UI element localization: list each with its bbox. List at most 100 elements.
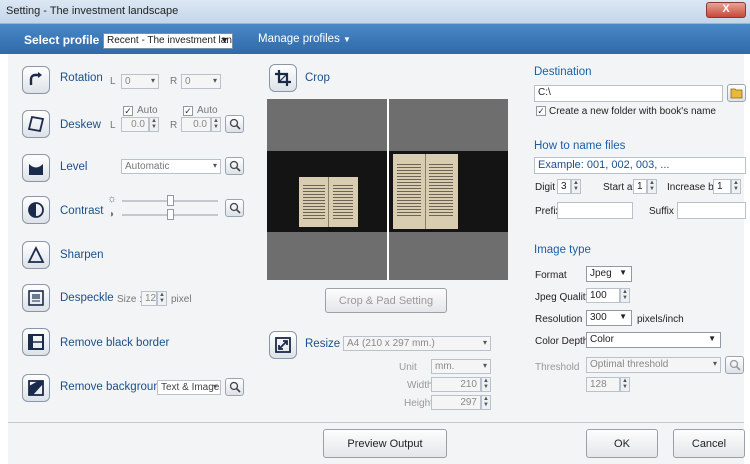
browse-folder-button[interactable]: [727, 84, 746, 102]
crop-preview-area[interactable]: [267, 99, 508, 280]
height-spinner[interactable]: ▲ ▼: [481, 395, 491, 410]
level-select[interactable]: Automatic ▾: [121, 159, 221, 174]
resize-label: Resize: [305, 338, 341, 350]
chevron-down-icon: ▼: [220, 35, 229, 45]
sharpen-button[interactable]: [22, 241, 50, 269]
increase-by-input[interactable]: 1: [713, 179, 731, 194]
border-icon: [28, 334, 44, 350]
despeckle-button[interactable]: [22, 284, 50, 312]
threshold-preview-button[interactable]: [725, 356, 744, 374]
background-preview-button[interactable]: [225, 378, 244, 396]
chevron-down-icon: ▾: [212, 76, 217, 85]
start-at-input[interactable]: 1: [633, 179, 647, 194]
chevron-down-icon: ▾: [482, 338, 487, 347]
threshold-spinner[interactable]: ▲ ▼: [620, 377, 630, 392]
suffix-input[interactable]: [677, 202, 746, 219]
color-depth-select[interactable]: Color ▼: [586, 332, 721, 348]
rotate-icon: [29, 72, 42, 85]
magnifier-icon: [229, 202, 241, 214]
background-icon: [28, 380, 44, 396]
destination-path-input[interactable]: C:\: [534, 85, 723, 102]
preview-page-left: [299, 177, 358, 227]
preview-output-button[interactable]: Preview Output: [323, 429, 447, 458]
increase-by-spinner[interactable]: ▲ ▼: [731, 179, 741, 194]
cancel-button[interactable]: Cancel: [673, 429, 745, 458]
create-folder-label: Create a new folder with book's name: [549, 106, 716, 117]
resize-paper-select[interactable]: A4 (210 x 297 mm.) ▾: [343, 336, 491, 351]
prefix-input[interactable]: [557, 202, 633, 219]
rotation-right-value: 0: [185, 76, 191, 87]
crop-label: Crop: [305, 72, 330, 84]
jpeg-quality-input[interactable]: 100: [586, 288, 620, 303]
contrast-preview-button[interactable]: [225, 199, 244, 217]
ok-button[interactable]: OK: [586, 429, 658, 458]
resize-icon: [275, 337, 291, 353]
deskew-left-spinner[interactable]: ▲ ▼: [149, 117, 159, 132]
deskew-button[interactable]: [22, 110, 50, 138]
rotation-left-select[interactable]: 0 ▾: [121, 74, 159, 89]
create-folder-checkbox[interactable]: ✓: [536, 106, 546, 116]
resize-paper-value: A4 (210 x 297 mm.): [347, 338, 435, 349]
resolution-label: Resolution: [535, 314, 583, 325]
chevron-down-icon: ▼: [619, 312, 627, 321]
deskew-right-input[interactable]: 0.0: [181, 117, 211, 132]
level-preview-button[interactable]: [225, 157, 244, 175]
destination-title: Destination: [534, 66, 592, 78]
start-at-spinner[interactable]: ▲ ▼: [647, 179, 657, 194]
deskew-label: Deskew: [60, 119, 101, 131]
resize-button[interactable]: [269, 331, 297, 359]
color-depth-label: Color Depth: [535, 336, 589, 347]
naming-example-field: Example: 001, 002, 003, ...: [534, 157, 746, 174]
deskew-left-input[interactable]: 0.0: [121, 117, 149, 132]
threshold-select[interactable]: Optimal threshold ▾: [586, 357, 721, 373]
despeckle-size-spinner[interactable]: ▲ ▼: [157, 291, 167, 306]
sharpen-label: Sharpen: [60, 249, 104, 261]
crop-pad-setting-button[interactable]: Crop & Pad Setting: [325, 288, 447, 313]
despeckle-unit-label: pixel: [171, 294, 192, 305]
digit-input[interactable]: 3: [557, 179, 571, 194]
resolution-value: 300: [590, 312, 607, 323]
deskew-left-auto-checkbox[interactable]: ✓: [123, 106, 133, 116]
level-icon: [29, 164, 43, 175]
despeckle-size-input[interactable]: 12: [141, 291, 157, 306]
rotation-button[interactable]: [22, 66, 50, 94]
remove-background-label: Remove background: [60, 381, 167, 393]
crop-button[interactable]: [269, 64, 297, 92]
level-button[interactable]: [22, 154, 50, 182]
sharpen-icon: [27, 246, 45, 263]
remove-background-select[interactable]: Text & Image ▾: [157, 380, 221, 395]
rotation-r-label: R: [170, 76, 178, 87]
remove-background-button[interactable]: [22, 374, 50, 402]
manage-profiles-menu[interactable]: Manage profiles ▼: [258, 33, 351, 45]
contrast-button[interactable]: [22, 196, 50, 224]
brightness-slider-thumb[interactable]: [167, 195, 174, 206]
unit-select[interactable]: mm. ▾: [431, 359, 491, 374]
height-label: Height: [404, 398, 433, 409]
digit-spinner[interactable]: ▲ ▼: [571, 179, 581, 194]
increase-by-label: Increase by: [667, 182, 719, 193]
width-input[interactable]: 210: [431, 377, 481, 392]
format-value: Jpeg: [590, 268, 612, 279]
format-select[interactable]: Jpeg ▼: [586, 266, 632, 282]
profile-select[interactable]: Recent - The investment landscape▼: [103, 33, 233, 49]
rotation-right-select[interactable]: 0 ▾: [181, 74, 221, 89]
despeckle-label: Despeckle: [60, 292, 114, 304]
resolution-select[interactable]: 300 ▼: [586, 310, 632, 326]
close-button[interactable]: X: [706, 2, 746, 18]
deskew-right-spinner[interactable]: ▲ ▼: [211, 117, 221, 132]
color-depth-value: Color: [590, 334, 614, 345]
height-input[interactable]: 297: [431, 395, 481, 410]
chevron-down-icon: ▾: [482, 361, 487, 370]
remove-black-border-button[interactable]: [22, 328, 50, 356]
image-type-title: Image type: [534, 244, 591, 256]
contrast-slider-thumb[interactable]: [167, 209, 174, 220]
threshold-value-input[interactable]: 128: [586, 377, 620, 392]
unit-value: mm.: [435, 361, 455, 372]
select-profile-label: Select profile: [24, 33, 100, 47]
jpeg-quality-spinner[interactable]: ▲ ▼: [620, 288, 630, 303]
deskew-icon: [27, 115, 45, 133]
width-spinner[interactable]: ▲ ▼: [481, 377, 491, 392]
jpeg-quality-label: Jpeg Quality:: [535, 292, 594, 303]
deskew-preview-button[interactable]: [225, 115, 244, 133]
deskew-right-auto-checkbox[interactable]: ✓: [183, 106, 193, 116]
